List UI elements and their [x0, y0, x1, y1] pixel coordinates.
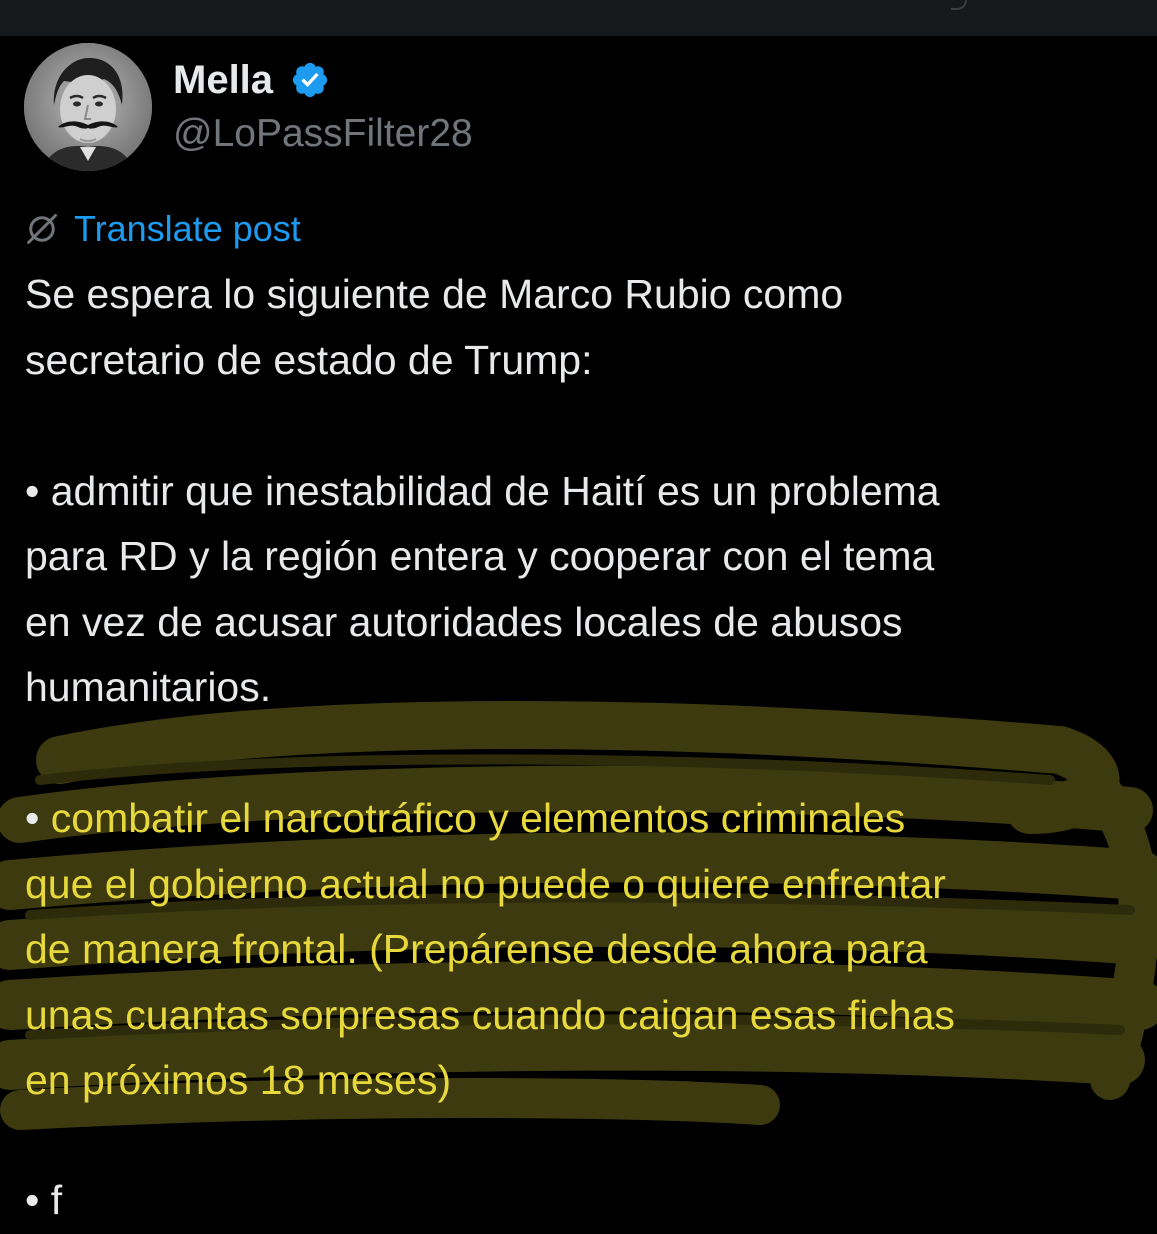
post-line-cut-off: • f: [25, 1177, 63, 1223]
highlighted-line: que el gobierno actual no puede o quiere…: [25, 860, 946, 907]
post-line: • admitir que inestabilidad de Haití es …: [25, 467, 940, 514]
portrait-avatar-image: [24, 43, 152, 171]
avatar[interactable]: [24, 43, 152, 171]
highlighted-line: unas cuantas sorpresas cuando caigan esa…: [25, 991, 955, 1038]
post-line: Se espera lo siguiente de Marco Rubio co…: [25, 271, 844, 317]
globe-slash-icon: [27, 214, 57, 244]
post-line: humanitarios.: [25, 664, 272, 710]
highlighted-line: de manera frontal. (Prepárense desde aho…: [25, 926, 928, 972]
post-line: en vez de acusar autoridades locales de …: [25, 598, 903, 645]
verified-badge-icon: [292, 62, 328, 98]
highlighted-line: en próximos 18 meses): [25, 1057, 452, 1103]
translate-post-label[interactable]: Translate post: [74, 205, 301, 253]
post-line: para RD y la región entera y cooperar co…: [25, 533, 935, 579]
post-text: Se espera lo siguiente de Marco Rubio co…: [25, 262, 1145, 1114]
post-line-bullet-highlighted: • combatir el narcotráfico y elementos c…: [25, 786, 1145, 852]
author-handle[interactable]: @LoPassFilter28: [173, 110, 473, 158]
top-bar: [0, 0, 1157, 36]
highlighted-text: combatir el narcotráfico y elementos cri…: [50, 795, 906, 841]
author-display-name[interactable]: Mella: [173, 56, 273, 104]
post-line: secretario de estado de Trump:: [25, 336, 593, 383]
translate-post-link[interactable]: Translate post: [24, 205, 301, 253]
share-icon[interactable]: [951, 0, 967, 10]
bullet: •: [25, 795, 40, 841]
